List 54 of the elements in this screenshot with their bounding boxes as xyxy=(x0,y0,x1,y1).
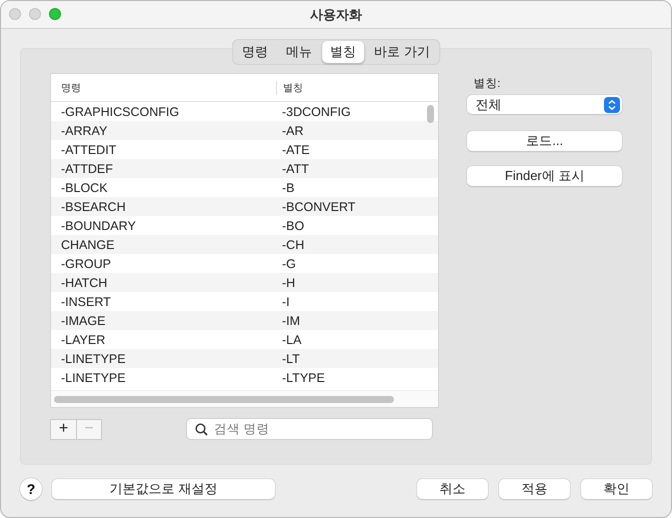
table-cell-text: -GRAPHICSCONFIG xyxy=(60,104,180,118)
table-cell-text: -LAYER xyxy=(60,332,106,346)
column-header[interactable]: 명령 xyxy=(51,80,276,94)
scrollbar-thumb[interactable] xyxy=(427,105,434,123)
dialog-button[interactable]: 취소 xyxy=(417,479,488,499)
table-cell-text: -LA xyxy=(281,332,302,346)
table-cell-text: -BO xyxy=(281,218,306,232)
table-cell-text: -ATE xyxy=(281,142,311,156)
table-cell-text: -IMAGE xyxy=(60,314,106,328)
table-cell-text: -ATTEDIT xyxy=(60,142,118,156)
zoom-button[interactable] xyxy=(49,8,61,20)
chevron-icon xyxy=(604,96,620,112)
scrollbar-thumb[interactable] xyxy=(54,396,394,402)
table-cell-text: -AR xyxy=(281,124,305,138)
help-button[interactable]: ? xyxy=(20,478,42,500)
table-cell-text: -LTYPE xyxy=(281,370,326,384)
table-cell-text: -LT xyxy=(281,352,301,366)
table-cell-text: -INSERT xyxy=(60,294,112,308)
table-cell-text: -IM xyxy=(281,314,302,328)
filter-label: 별칭: xyxy=(473,77,502,91)
reset-button[interactable]: 기본값으로 재설정 xyxy=(52,479,275,499)
minimize-button[interactable] xyxy=(29,8,41,20)
close-button[interactable] xyxy=(9,8,21,20)
dialog-button[interactable]: 확인 xyxy=(581,479,652,499)
table-cell-text: -CH xyxy=(281,238,306,252)
column-header[interactable]: 별칭 xyxy=(276,80,406,94)
tab[interactable]: 바로 가기 xyxy=(366,41,438,63)
table-cell-text: -3DCONFIG xyxy=(281,104,352,118)
table-cell-text: -HATCH xyxy=(60,276,108,290)
table-cell-text: -BCONVERT xyxy=(281,200,356,214)
table-cell-text: -ATT xyxy=(281,162,310,176)
table-cell-text: -H xyxy=(281,276,296,290)
table-cell-text: -I xyxy=(281,294,291,308)
tab[interactable]: 명령 xyxy=(234,41,276,63)
table-cell-text: -G xyxy=(281,256,297,270)
dialog-button[interactable]: 적용 xyxy=(499,479,570,499)
add-button[interactable]: + xyxy=(51,420,76,438)
side-button[interactable]: 로드... xyxy=(467,131,622,151)
table-cell-text: -BOUNDARY xyxy=(60,218,137,232)
table-cell-text: -B xyxy=(281,180,296,194)
table-cell-text: CHANGE xyxy=(60,238,116,252)
search-field[interactable]: 검색 명령 xyxy=(186,418,433,440)
table-cell-text: -LINETYPE xyxy=(60,352,127,366)
tab[interactable]: 메뉴 xyxy=(278,41,320,63)
table-cell-text: -ATTDEF xyxy=(60,162,114,176)
table-cell-text: -ARRAY xyxy=(60,124,108,138)
alias-dropdown[interactable]: 전체 xyxy=(467,95,622,114)
table-cell-text: -LINETYPE xyxy=(60,370,127,384)
tab[interactable]: 별칭 xyxy=(322,41,364,63)
table-cell-text: -GROUP xyxy=(60,256,112,270)
table-cell-text: -BSEARCH xyxy=(60,200,127,214)
window-title: 사용자화 xyxy=(310,6,362,24)
side-button[interactable]: Finder에 표시 xyxy=(467,166,622,186)
table-cell-text: -BLOCK xyxy=(60,180,109,194)
